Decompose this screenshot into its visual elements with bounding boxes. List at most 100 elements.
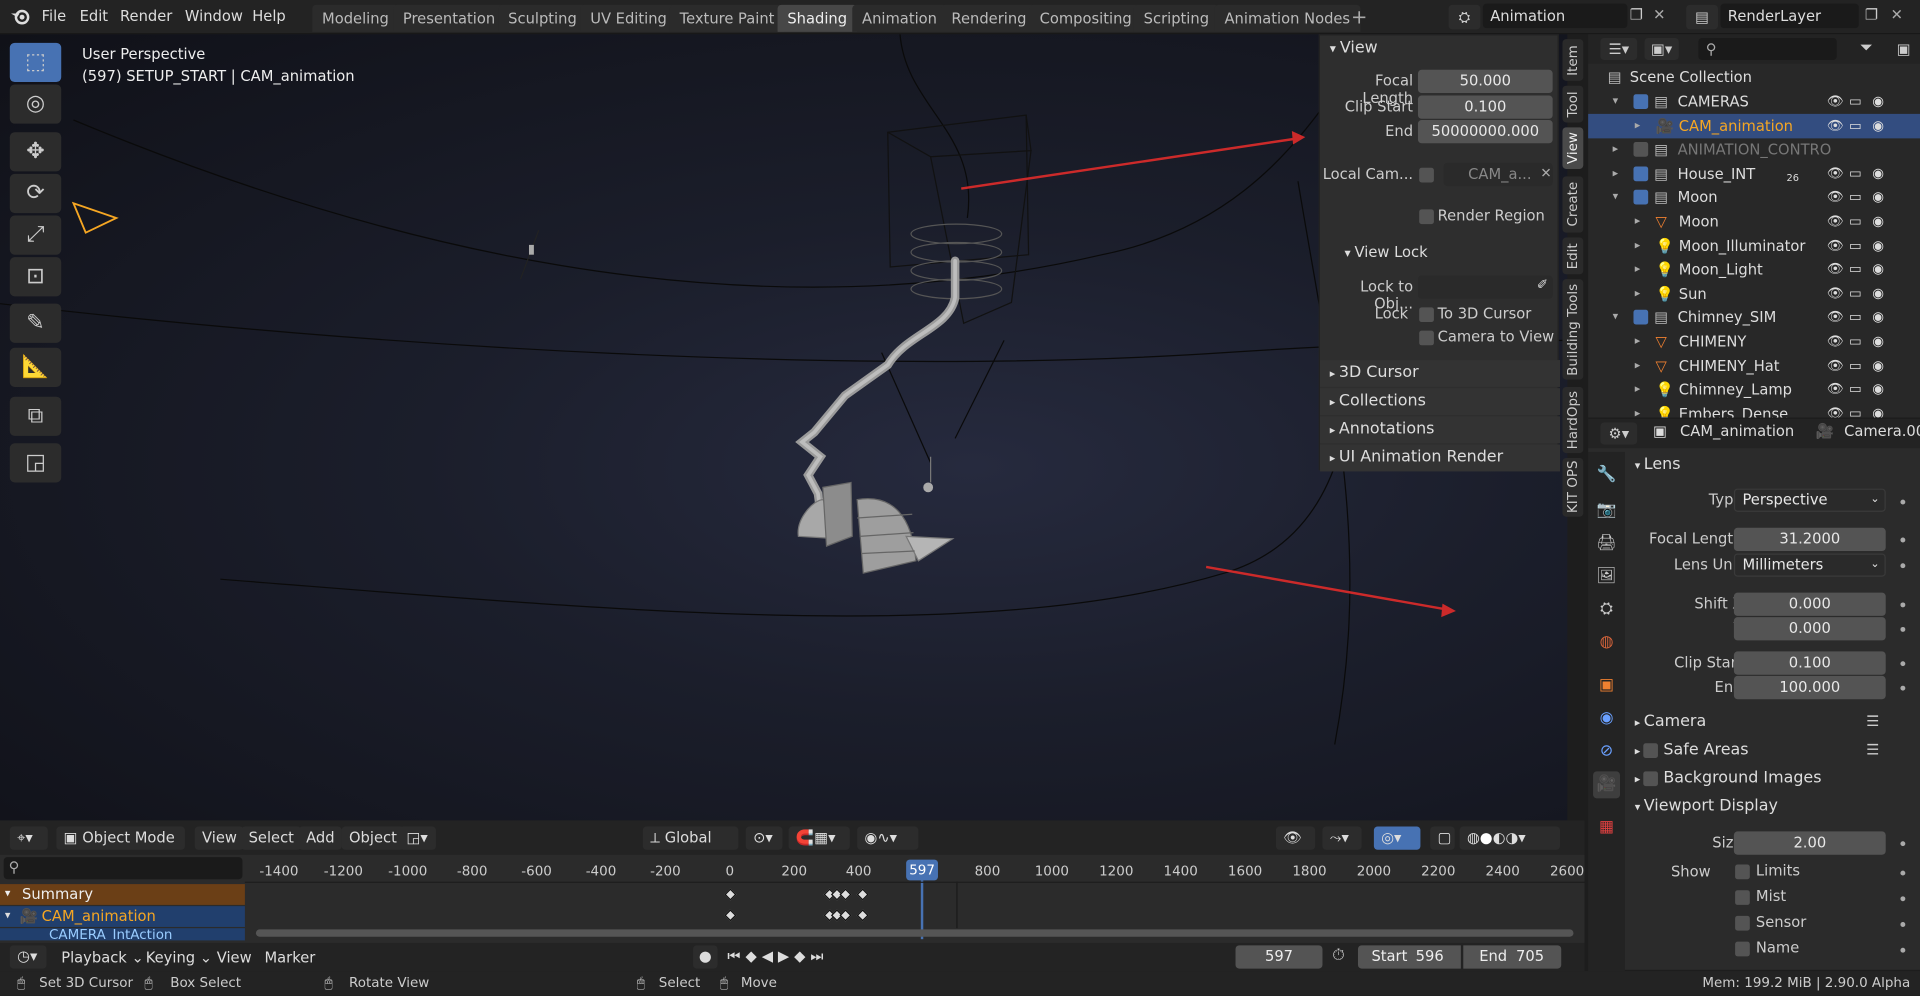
stopwatch-icon[interactable]: ⏱ (1332, 947, 1354, 969)
outliner-row[interactable]: ▸ 💡 Moon_Illuminator 👁 ▭ ◉ (1588, 233, 1920, 257)
collection-exclude-checkbox[interactable] (1633, 310, 1649, 325)
collection-exclude-checkbox[interactable] (1633, 142, 1649, 157)
eye-icon[interactable]: 👁 (1827, 185, 1844, 209)
monitor-icon[interactable]: ▭ (1849, 89, 1862, 113)
tab-rendering[interactable]: Rendering (941, 4, 1037, 32)
outliner-row[interactable]: ▾ ▤ Moon 👁 ▭ ◉ (1588, 185, 1920, 209)
select-menu[interactable]: Select (241, 826, 302, 850)
lock-to-object-field[interactable] (1417, 275, 1553, 299)
eyedropper-icon[interactable]: ✐ (1537, 277, 1548, 293)
outliner-row[interactable]: ▸ 💡 Chimney_Lamp 👁 ▭ ◉ (1588, 377, 1920, 401)
render-region-checkbox[interactable] (1419, 209, 1434, 225)
tool-tab-icon[interactable]: 🔧 (1593, 462, 1620, 489)
next-keyframe-icon[interactable]: ◆ (794, 948, 810, 965)
camera-render-icon[interactable]: ◉ (1872, 161, 1884, 185)
camera-render-icon[interactable]: ◉ (1872, 305, 1884, 329)
playback-menu[interactable]: Playback ⌄ (61, 949, 144, 966)
outliner-row[interactable]: ▾ ▤ CAMERAS 👁 ▭ ◉ (1588, 89, 1920, 113)
collapse-icon[interactable]: ▾ (1613, 89, 1619, 113)
tab-create[interactable]: Create (1562, 176, 1584, 233)
view-layer-icon[interactable]: ▤ (1686, 4, 1718, 30)
tab-shading[interactable]: Shading (777, 4, 857, 32)
expand-icon[interactable]: ▸ (1613, 161, 1619, 185)
cursor-tool[interactable]: ◎ (9, 84, 62, 124)
tab-uv-editing[interactable]: UV Editing (580, 4, 677, 32)
keyframe[interactable] (839, 888, 852, 901)
tab-compositing[interactable]: Compositing (1029, 4, 1142, 32)
outliner-search[interactable]: ⚲ (1698, 37, 1837, 61)
tab-modeling[interactable]: Modeling (312, 4, 399, 32)
frame-ruler[interactable]: -1400 -1200 -1000 -800 -600 -400 -200 0 200 400 80… (0, 855, 1585, 882)
scene-icon[interactable]: ⛭ (1448, 4, 1481, 30)
keyframe[interactable] (839, 909, 852, 922)
visibility-dropdown-icon[interactable]: 👁▾ (1275, 826, 1316, 869)
copy-view-layer-icon[interactable]: ❐ (1865, 6, 1885, 26)
scene-tab-icon[interactable]: ⛭ (1593, 596, 1620, 623)
add-workspace-icon[interactable]: + (1347, 5, 1371, 29)
tab-scripting[interactable]: Scripting (1133, 4, 1219, 32)
outliner-row[interactable]: ▾ ▤ Chimney_SIM 👁 ▭ ◉ (1588, 305, 1920, 329)
pivot-point-icon[interactable]: ⊙▾ (745, 826, 783, 850)
select-box-tool[interactable]: ⬚ (9, 42, 62, 83)
expand-icon[interactable]: ▸ (1635, 113, 1641, 137)
timeline-editor-type-icon[interactable]: ◷▾ (9, 945, 47, 969)
overlay-toggle-icon[interactable]: ◎▾ (1373, 826, 1421, 850)
end-frame-field[interactable]: End 705 (1463, 945, 1562, 969)
channel-cam-animation[interactable]: ▾ 🎥 CAM_animation (0, 906, 245, 927)
tab-texture-paint[interactable]: Texture Paint (669, 4, 785, 32)
outliner-row[interactable]: ▸ 💡 Moon_Light 👁 ▭ ◉ (1588, 257, 1920, 281)
add-menu[interactable]: Add (298, 826, 342, 850)
physics-tab-icon[interactable]: ◉ (1593, 705, 1620, 732)
eye-icon[interactable]: 👁 (1827, 281, 1844, 305)
keyframe-dot-icon[interactable] (1900, 626, 1906, 632)
panel-collections[interactable]: ▸ Collections (1320, 388, 1561, 416)
record-icon[interactable]: ● (693, 945, 718, 969)
play-reverse-icon[interactable]: ◀ (762, 948, 778, 965)
monitor-icon[interactable]: ▭ (1849, 161, 1862, 185)
shading-mode-icons[interactable]: ◍●◐◑▾ (1459, 826, 1561, 850)
view-layer-tab-icon[interactable]: 🖼 (1593, 563, 1620, 590)
tab-sculpting[interactable]: Sculpting (498, 4, 587, 32)
eye-icon[interactable]: 👁 (1827, 113, 1844, 137)
to-3d-cursor-checkbox[interactable] (1419, 307, 1434, 323)
keyframe-dot-icon[interactable] (1900, 841, 1906, 847)
expand-icon[interactable]: ▸ (1635, 281, 1641, 305)
safe-areas-checkbox[interactable] (1643, 742, 1659, 758)
tab-hardops[interactable]: HardOps (1562, 386, 1584, 454)
keyframe-dot-icon[interactable] (1900, 499, 1906, 505)
scene-field[interactable]: Animation (1482, 3, 1628, 29)
monitor-icon[interactable]: ▭ (1849, 233, 1862, 257)
render-tab-icon[interactable]: 📷 (1593, 497, 1620, 524)
presets-icon[interactable]: ☰ (1866, 713, 1879, 730)
menu-file[interactable]: File (42, 0, 67, 32)
new-collection-icon[interactable]: ▣ (1897, 38, 1920, 60)
keyframe-dot-icon[interactable] (1900, 896, 1906, 902)
tab-animation-nodes[interactable]: Animation Nodes (1214, 4, 1360, 32)
camera-to-view-checkbox[interactable] (1419, 330, 1434, 346)
expand-icon[interactable]: ▸ (1635, 233, 1641, 257)
menu-window[interactable]: Window (185, 0, 243, 32)
tab-building-tools[interactable]: Building Tools (1562, 279, 1584, 380)
keyframe-dot-icon[interactable] (1900, 661, 1906, 667)
lens-clip-start-field[interactable]: 0.100 (1733, 651, 1886, 675)
outliner-row[interactable]: ▸ ▽ CHIMENY 👁 ▭ ◉ (1588, 329, 1920, 353)
object-mode-dropdown[interactable]: ▣ Object Mode (56, 826, 185, 850)
close-icon[interactable]: ✕ (1653, 6, 1673, 26)
tab-animation[interactable]: Animation (852, 4, 947, 32)
camera-render-icon[interactable]: ◉ (1872, 113, 1884, 137)
collection-exclude-checkbox[interactable] (1633, 190, 1649, 205)
channel-action[interactable]: CAMERA_IntAction (0, 928, 245, 941)
add-cube-tool[interactable]: ⧉ (9, 396, 62, 436)
move-tool[interactable]: ✥ (9, 132, 62, 172)
lens-focal-length-field[interactable]: 31.2000 (1733, 527, 1886, 552)
tab-item[interactable]: Item (1562, 39, 1584, 81)
local-camera-field[interactable]: CAM_a... (1443, 162, 1553, 187)
expand-icon[interactable]: ▸ (1613, 137, 1619, 161)
shift-x-field[interactable]: 0.000 (1733, 592, 1886, 616)
view-menu[interactable]: View (194, 826, 245, 850)
monitor-icon[interactable]: ▭ (1849, 305, 1862, 329)
monitor-icon[interactable]: ▭ (1849, 329, 1862, 353)
expand-icon[interactable]: ▸ (1635, 377, 1641, 401)
outliner-row[interactable]: ▸ 🎥 CAM_animation 👁 ▭ ◉ (1588, 113, 1920, 138)
presets-icon[interactable]: ☰ (1866, 741, 1879, 758)
